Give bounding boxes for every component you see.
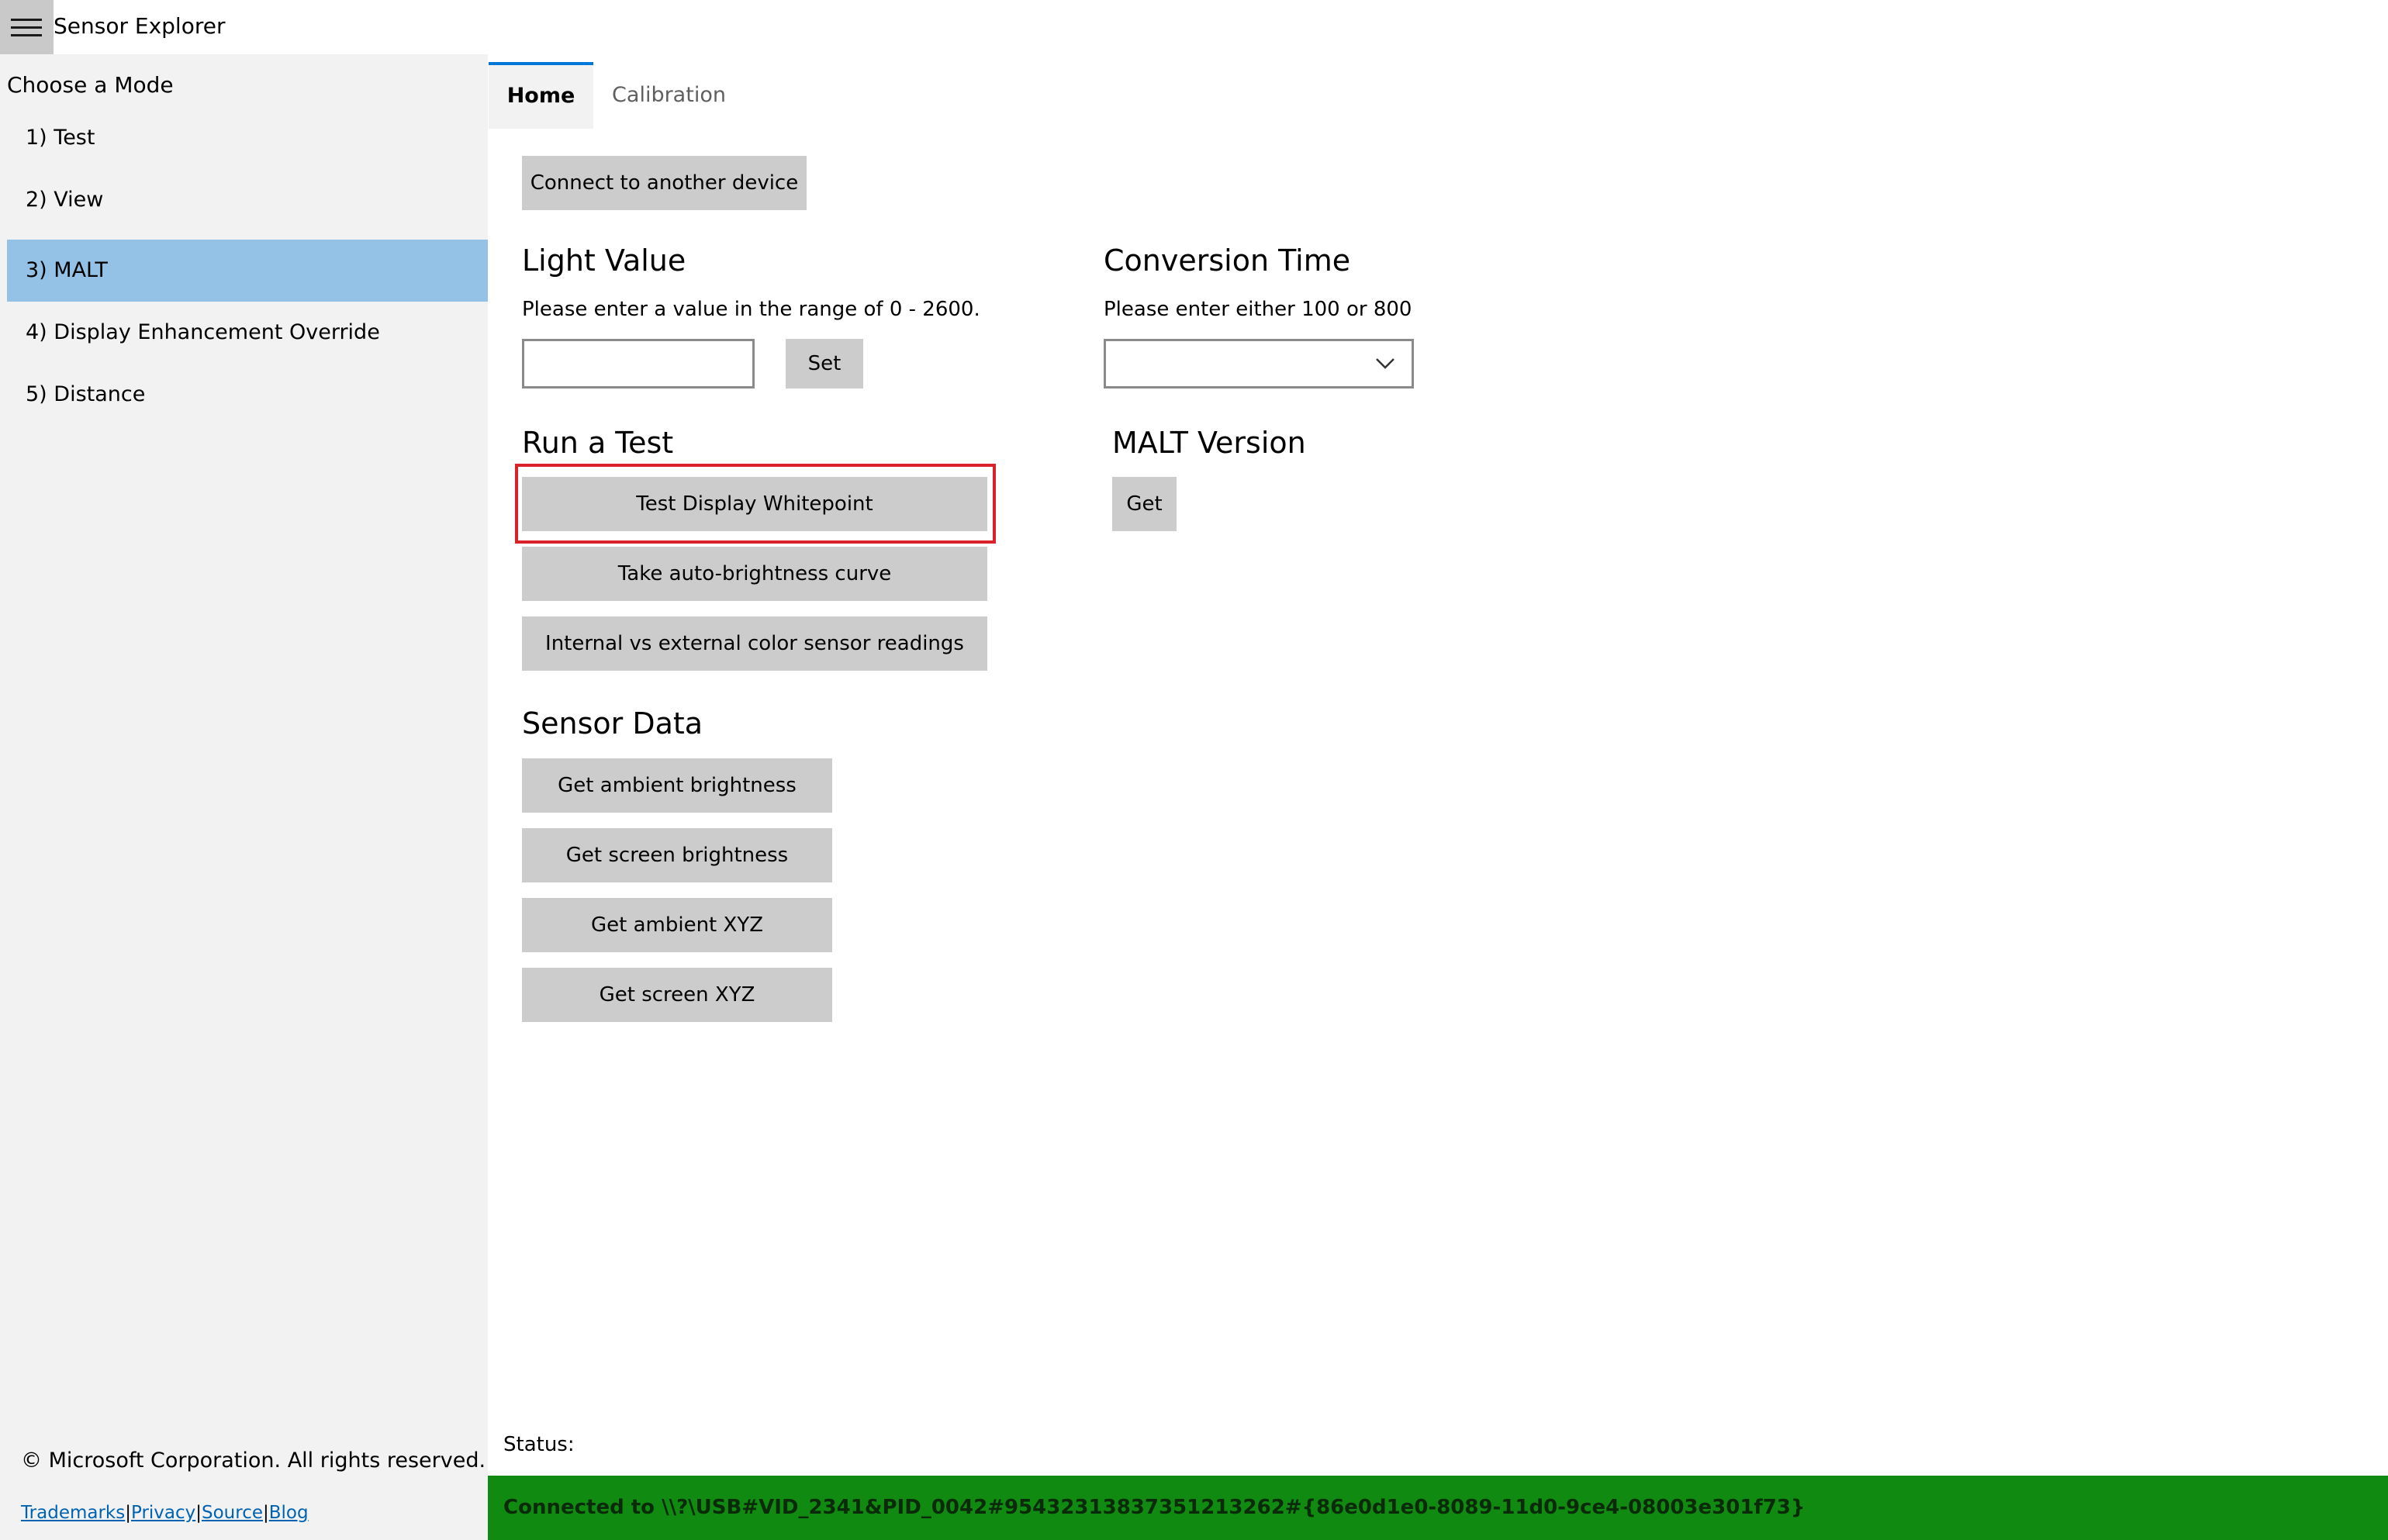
conversion-time-dropdown[interactable]	[1104, 339, 1414, 388]
footer-links: Trademarks|Privacy|Source|Blog	[21, 1501, 309, 1524]
get-ambient-brightness-button[interactable]: Get ambient brightness	[522, 758, 832, 813]
sidebar-item-display-enhancement-override[interactable]: 4) Display Enhancement Override	[7, 302, 488, 364]
hamburger-menu-icon[interactable]	[0, 0, 54, 54]
privacy-link[interactable]: Privacy	[131, 1503, 195, 1523]
sidebar-item-view[interactable]: 2) View	[7, 169, 488, 231]
run-test-heading: Run a Test	[522, 426, 674, 460]
sidebar-item-test[interactable]: 1) Test	[7, 107, 488, 169]
take-auto-brightness-curve-button[interactable]: Take auto-brightness curve	[522, 547, 987, 601]
link-separator: |	[195, 1503, 202, 1523]
app-title: Sensor Explorer	[54, 13, 226, 39]
light-value-hint: Please enter a value in the range of 0 -…	[522, 298, 980, 321]
blog-link[interactable]: Blog	[269, 1503, 309, 1523]
copyright-text: © Microsoft Corporation. All rights rese…	[21, 1448, 486, 1473]
mode-heading: Choose a Mode	[7, 72, 174, 98]
get-malt-version-button[interactable]: Get	[1112, 477, 1177, 531]
tab-calibration[interactable]: Calibration	[593, 62, 745, 129]
status-bar: Connected to \\?\USB#VID_2341&PID_0042#9…	[488, 1476, 2388, 1540]
light-value-input[interactable]	[522, 339, 755, 388]
title-bar: Sensor Explorer	[0, 0, 2388, 54]
sidebar-item-distance[interactable]: 5) Distance	[7, 364, 488, 426]
test-display-whitepoint-button[interactable]: Test Display Whitepoint	[522, 477, 987, 531]
source-link[interactable]: Source	[202, 1503, 263, 1523]
sensor-data-heading: Sensor Data	[522, 706, 703, 741]
light-value-heading: Light Value	[522, 243, 686, 278]
internal-vs-external-color-sensor-button[interactable]: Internal vs external color sensor readin…	[522, 616, 987, 671]
sidebar-item-malt[interactable]: 3) MALT	[7, 240, 488, 302]
get-screen-xyz-button[interactable]: Get screen XYZ	[522, 968, 832, 1022]
get-ambient-xyz-button[interactable]: Get ambient XYZ	[522, 898, 832, 952]
link-separator: |	[263, 1503, 269, 1523]
status-message: Connected to \\?\USB#VID_2341&PID_0042#9…	[503, 1496, 1806, 1519]
sidebar: Choose a Mode 1) Test 2) View 3) MALT 4)…	[0, 54, 488, 1540]
link-separator: |	[125, 1503, 131, 1523]
connect-device-button[interactable]: Connect to another device	[522, 156, 807, 210]
set-light-value-button[interactable]: Set	[786, 339, 863, 388]
trademarks-link[interactable]: Trademarks	[21, 1503, 125, 1523]
get-screen-brightness-button[interactable]: Get screen brightness	[522, 828, 832, 882]
conversion-time-hint: Please enter either 100 or 800	[1104, 298, 1412, 321]
conversion-time-heading: Conversion Time	[1104, 243, 1351, 278]
chevron-down-icon	[1376, 358, 1394, 369]
tab-home[interactable]: Home	[489, 62, 593, 129]
malt-version-heading: MALT Version	[1112, 426, 1306, 460]
status-label: Status:	[503, 1433, 575, 1456]
